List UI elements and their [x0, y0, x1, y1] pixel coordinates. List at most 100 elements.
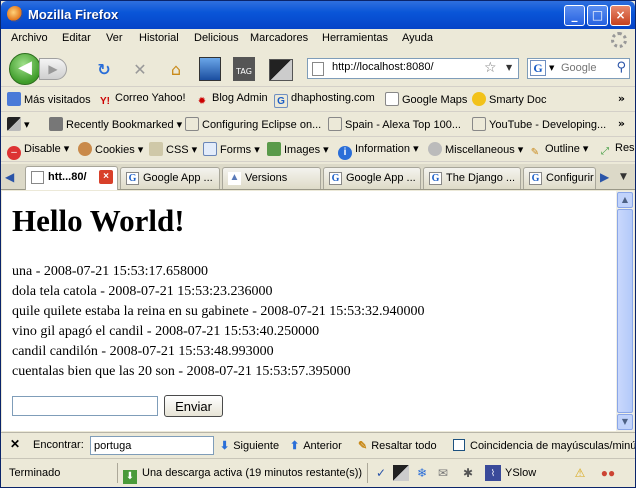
webdev-label: Images	[284, 144, 321, 156]
webdev-miscellaneous[interactable]: Miscellaneous ▾	[428, 142, 523, 158]
bookmark-smarty-doc[interactable]: Smarty Doc	[472, 92, 546, 108]
find-input[interactable]	[90, 436, 214, 455]
delicious-status-icon[interactable]	[393, 465, 409, 481]
yslow-icon[interactable]: ⌇	[485, 465, 501, 481]
tab-configuring[interactable]: G Configurir	[523, 167, 596, 189]
find-next-button[interactable]: ⬇ Siguiente	[220, 439, 279, 452]
url-dropdown-icon[interactable]: ▼	[506, 63, 512, 72]
delicious-toolbar: ▾ Recently Bookmarked ▾ Configuring Ecli…	[1, 113, 635, 137]
tab-label: The Django ...	[446, 172, 516, 184]
menu-ayuda[interactable]: Ayuda	[402, 32, 433, 44]
delicious-item-eclipse[interactable]: Configuring Eclipse on...	[185, 117, 321, 133]
menu-editar[interactable]: Editar	[62, 32, 91, 44]
menu-delicious[interactable]: Delicious	[194, 32, 239, 44]
search-input[interactable]	[561, 62, 611, 74]
star-icon[interactable]: ☆	[484, 60, 497, 76]
search-box[interactable]: G ▼ ⚲	[527, 58, 630, 79]
warning-icon[interactable]: ⚠	[572, 465, 588, 481]
send-button[interactable]: Enviar	[164, 395, 223, 417]
scroll-up-icon[interactable]: ▲	[617, 192, 633, 208]
tab-django[interactable]: G The Django ...	[423, 167, 521, 189]
menu-ver[interactable]: Ver	[106, 32, 123, 44]
vertical-scrollbar[interactable]: ▲ ▼	[616, 191, 634, 431]
addon-icon[interactable]: ●●	[597, 465, 619, 481]
delicious-item-alexa[interactable]: Spain - Alexa Top 100...	[328, 117, 461, 133]
reload-icon[interactable]: ↻	[93, 59, 115, 81]
google-icon: G	[529, 172, 542, 185]
bookmark-blog-admin[interactable]: ✹ Blog Admin	[195, 92, 268, 108]
url-bar[interactable]: ☆ ▼	[307, 58, 519, 79]
minimize-button[interactable]: _	[564, 5, 585, 26]
webdev-forms[interactable]: Forms ▾	[203, 142, 260, 158]
checkbox-icon[interactable]	[453, 439, 465, 451]
list-item: candil candilón - 2008-07-21 15:53:48.99…	[12, 344, 274, 359]
webdev-cookies[interactable]: Cookies ▾	[78, 142, 143, 158]
close-button[interactable]: ×	[610, 5, 631, 26]
back-button[interactable]: ◀	[9, 53, 41, 85]
menu-herramientas[interactable]: Herramientas	[322, 32, 388, 44]
bookmarks-overflow-icon[interactable]: »	[618, 92, 625, 105]
google-icon: G	[126, 172, 139, 185]
bookmark-google-maps[interactable]: Google Maps	[385, 92, 467, 108]
recently-bookmarked-menu[interactable]: Recently Bookmarked ▾	[49, 117, 182, 133]
highlight-all-button[interactable]: ✎ Resaltar todo	[358, 439, 437, 452]
search-icon[interactable]: ⚲	[616, 60, 626, 75]
page-icon	[385, 92, 399, 106]
stop-icon[interactable]: ✕	[129, 59, 151, 81]
tab-scroll-right-icon[interactable]: ▶	[600, 170, 609, 184]
url-input[interactable]	[332, 61, 472, 73]
webdev-information[interactable]: i Information ▾	[338, 142, 419, 160]
webdev-outline[interactable]: ✎ Outline ▾	[528, 142, 589, 158]
bookmark-yahoo-mail[interactable]: Y! Correo Yahoo!	[98, 92, 186, 108]
find-previous-label: Anterior	[303, 440, 342, 452]
webdev-css[interactable]: CSS ▾	[149, 142, 197, 158]
forward-button[interactable]: ▶	[39, 58, 67, 80]
menu-bar: Archivo Editar Ver Historial Delicious M…	[1, 29, 635, 49]
menu-marcadores[interactable]: Marcadores	[250, 32, 308, 44]
mail-icon[interactable]: ✉	[435, 465, 451, 481]
download-status[interactable]: ⬇ Una descarga activa (19 minutos restant…	[123, 467, 362, 484]
tab-google-app-2[interactable]: G Google App ...	[323, 167, 421, 189]
delicious-menu[interactable]: ▾	[7, 117, 30, 133]
find-previous-button[interactable]: ⬆ Anterior	[290, 439, 342, 452]
home-icon[interactable]: ⌂	[165, 59, 187, 81]
delicious-item-youtube[interactable]: YouTube - Developing...	[472, 117, 606, 133]
scroll-down-icon[interactable]: ▼	[617, 414, 633, 430]
match-case-checkbox[interactable]: Coincidencia de mayúsculas/minús	[453, 439, 635, 452]
all-tabs-icon[interactable]: ▼	[620, 172, 627, 182]
menu-archivo[interactable]: Archivo	[11, 32, 48, 44]
form-icon	[203, 142, 217, 156]
tab-versions[interactable]: ▲ Versions	[222, 167, 321, 189]
yslow-label[interactable]: YSlow	[505, 467, 536, 479]
delicious-overflow-icon[interactable]: »	[618, 117, 625, 130]
webdev-label: Miscellaneous	[445, 144, 515, 156]
webdev-resize[interactable]: ⤢ Res	[598, 142, 635, 158]
delicious-label: Spain - Alexa Top 100...	[345, 119, 461, 131]
snowflake-icon[interactable]: ❄	[414, 465, 430, 481]
bookmark-dhaphosting[interactable]: Gdhaphosting.com	[274, 92, 375, 108]
webdev-label: Res	[615, 142, 635, 154]
download-icon: ⬇	[123, 470, 137, 484]
tab-localhost[interactable]: htt...80/ ×	[25, 166, 118, 190]
tab-google-app-1[interactable]: G Google App ...	[120, 167, 220, 189]
webdev-images[interactable]: Images ▾	[267, 142, 329, 158]
firebug-icon[interactable]: ✱	[460, 465, 476, 481]
scroll-thumb[interactable]	[617, 209, 633, 413]
bookmark-label: dhaphosting.com	[291, 92, 375, 104]
google-engine-icon[interactable]: G	[530, 60, 546, 76]
maximize-button[interactable]: □	[587, 5, 608, 26]
webdev-disable[interactable]: – Disable ▾	[7, 142, 69, 160]
gear-icon: ✹	[197, 96, 207, 107]
bookmark-page-icon[interactable]	[199, 57, 221, 81]
menu-historial[interactable]: Historial	[139, 32, 179, 44]
tab-scroll-left-icon[interactable]: ◀	[5, 170, 14, 184]
message-input[interactable]	[12, 396, 158, 416]
find-close-icon[interactable]: ✕	[10, 437, 20, 451]
bookmark-most-visited[interactable]: Más visitados	[7, 92, 91, 108]
tab-close-icon[interactable]: ×	[99, 170, 113, 184]
engine-dropdown-icon[interactable]: ▼	[549, 64, 554, 72]
validator-icon[interactable]: ✓	[373, 465, 389, 481]
tag-button[interactable]: TAG	[233, 57, 255, 81]
info-icon: i	[338, 146, 352, 160]
delicious-icon[interactable]	[269, 59, 293, 81]
